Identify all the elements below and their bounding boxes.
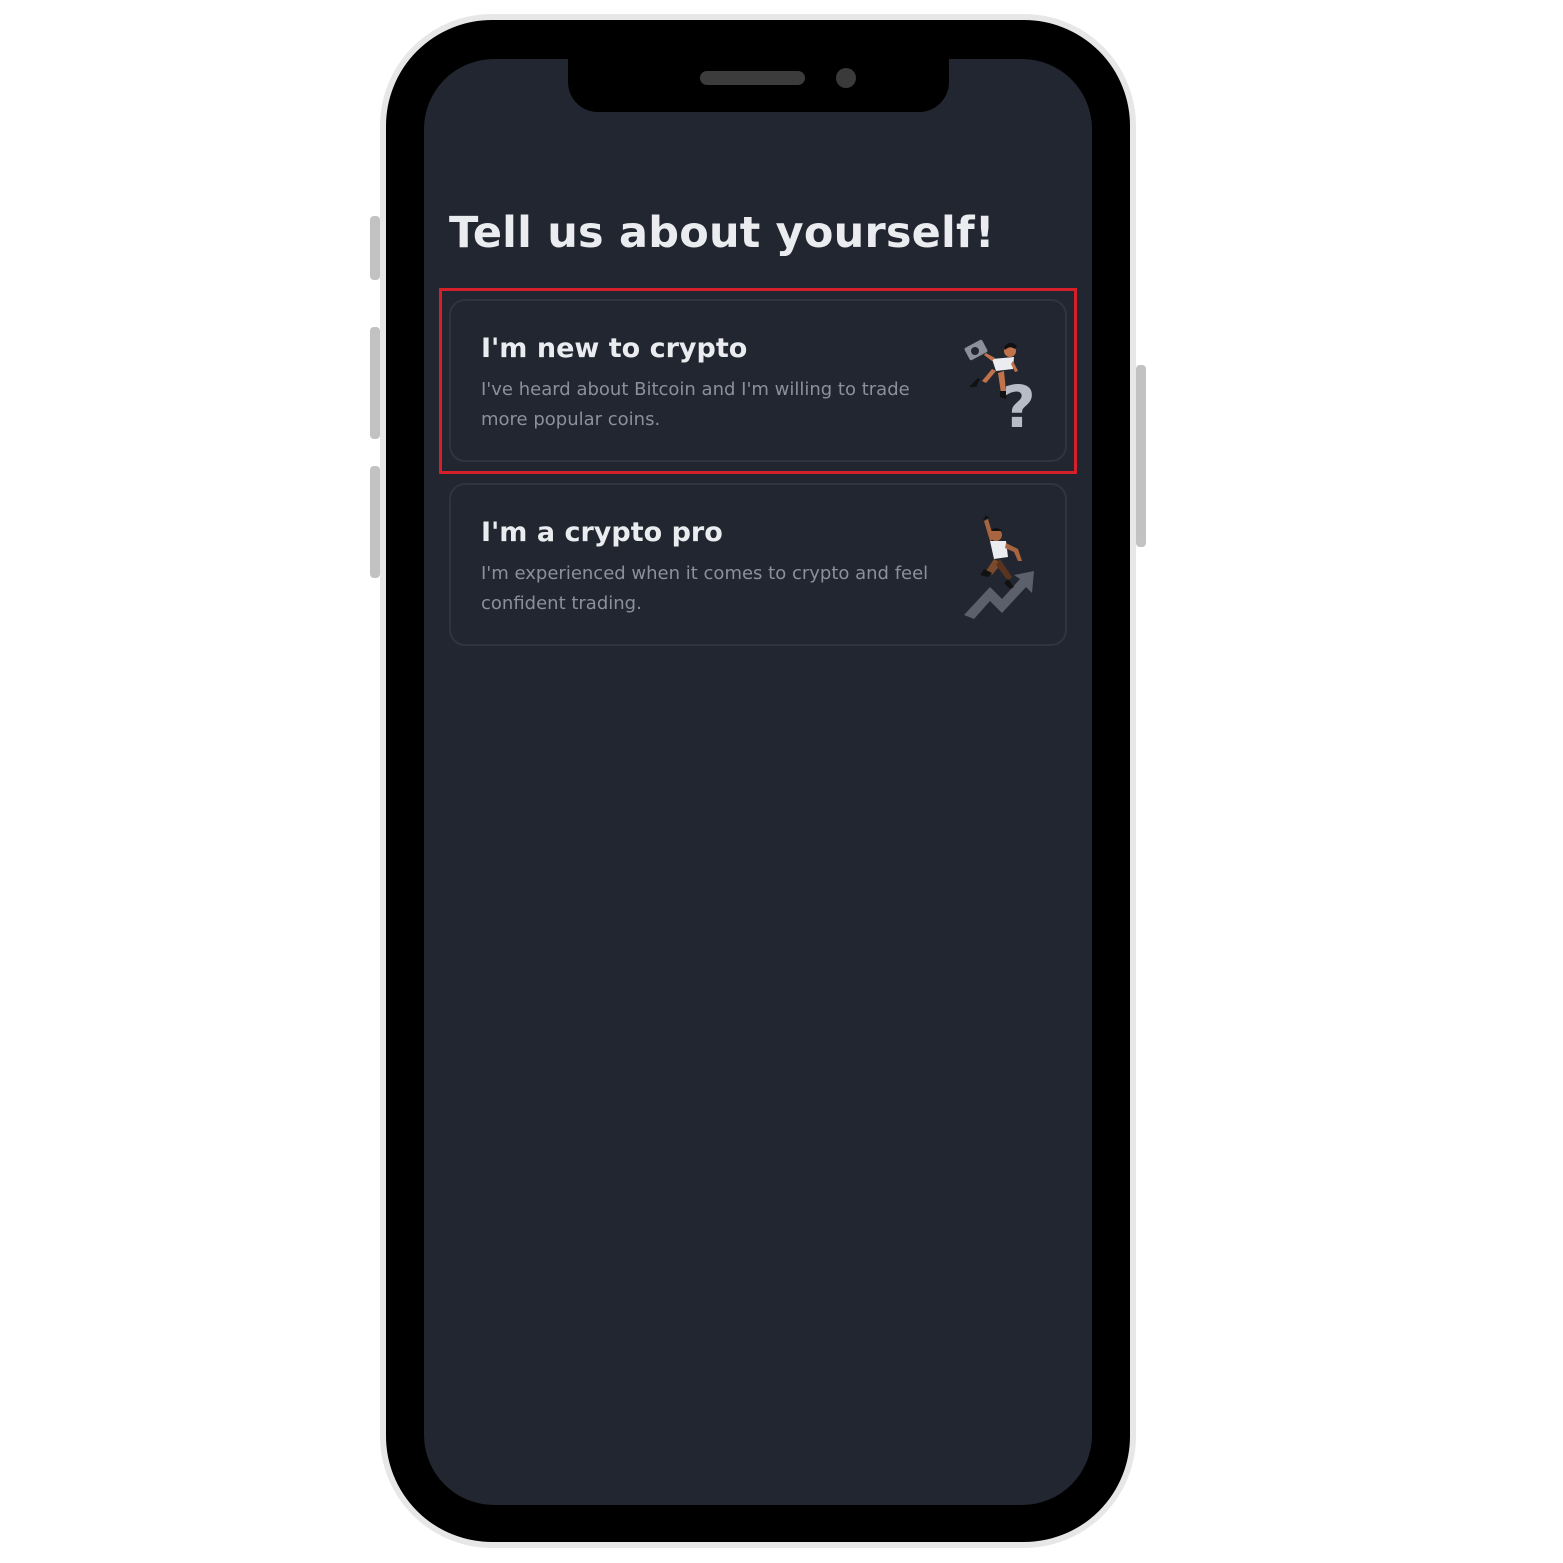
volume-down-button xyxy=(370,466,380,578)
volume-up-button xyxy=(370,327,380,439)
page-title: Tell us about yourself! xyxy=(449,208,995,258)
option-description: I'm experienced when it comes to crypto … xyxy=(481,563,929,614)
question-mark-person-icon: ? xyxy=(964,339,1036,435)
front-camera xyxy=(836,68,856,88)
option-title: I'm a crypto pro xyxy=(481,517,723,548)
option-card-crypto-pro[interactable]: I'm a crypto pro I'm experienced when it… xyxy=(449,483,1067,646)
app-screen xyxy=(424,59,1092,1505)
svg-text:?: ? xyxy=(1002,373,1036,435)
speaker-grille xyxy=(700,71,805,85)
power-button xyxy=(1136,365,1146,547)
option-title: I'm new to crypto xyxy=(481,333,748,364)
option-card-new-to-crypto[interactable]: I'm new to crypto I've heard about Bitco… xyxy=(449,299,1067,462)
option-description: I've heard about Bitcoin and I'm willing… xyxy=(481,379,910,430)
mute-switch xyxy=(370,216,380,280)
rising-arrow-person-icon xyxy=(964,515,1034,619)
